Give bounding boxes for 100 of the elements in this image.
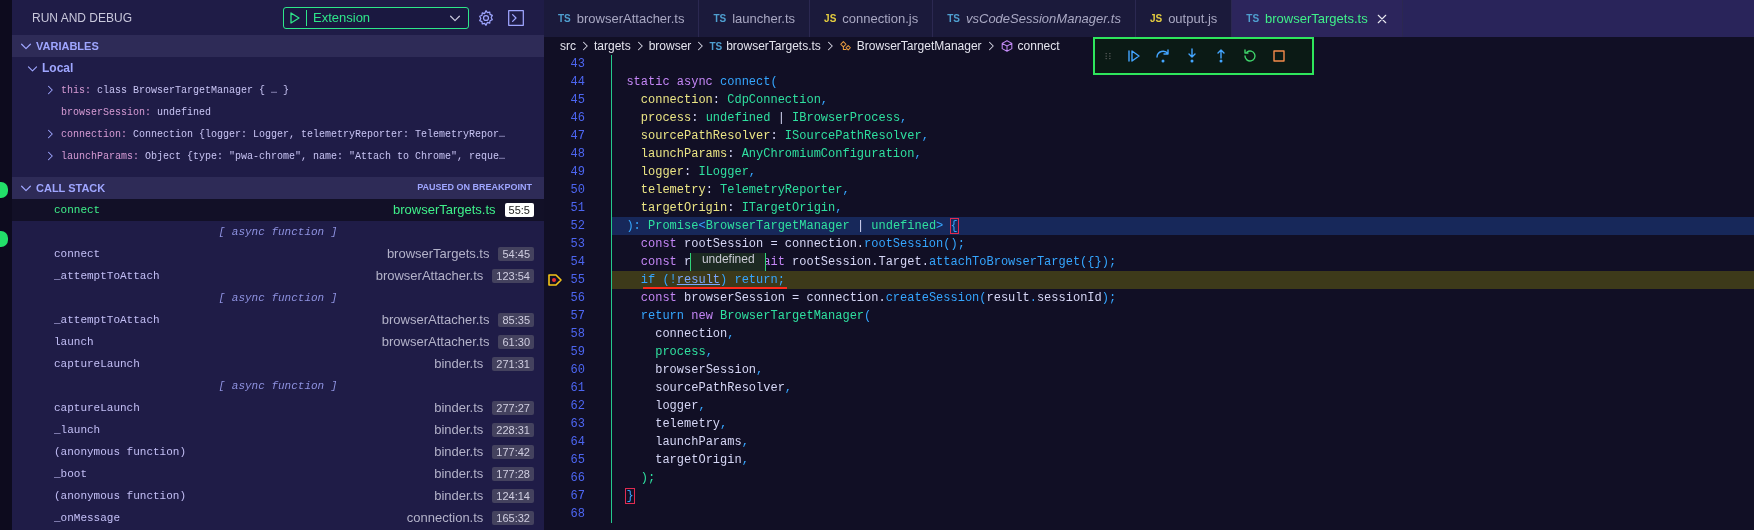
variable-row[interactable]: launchParams: Object {type: "pwa-chrome", name: "Attach to Chrome", reque… <box>12 145 544 167</box>
continue-icon[interactable] <box>1126 48 1142 64</box>
call-stack-frame[interactable]: launch browserAttacher.ts 61:30 <box>12 331 544 353</box>
code-line: sourcePathResolver: ISourcePathResolver, <box>611 127 1754 145</box>
call-stack-frame[interactable]: connect browserTargets.ts 54:45 <box>12 243 544 265</box>
line-number: 59 <box>570 344 585 361</box>
line-number: 67 <box>570 488 585 505</box>
call-stack-frame[interactable]: _boot binder.ts 177:28 <box>12 463 544 485</box>
async-separator: [ async function ] <box>218 378 338 394</box>
stop-icon[interactable] <box>1271 48 1287 64</box>
line-number: 50 <box>570 182 585 199</box>
breadcrumb-item[interactable]: src <box>560 37 576 55</box>
line-number: 57 <box>570 308 585 325</box>
call-stack-frame[interactable]: _attemptToAttach browserAttacher.ts 123:54 <box>12 265 544 287</box>
call-stack-frame[interactable]: (anonymous function) binder.ts 177:42 <box>12 441 544 463</box>
line-number: 45 <box>570 92 585 109</box>
breadcrumb-item[interactable]: connect <box>999 37 1060 55</box>
settings-icon[interactable] <box>477 8 495 27</box>
async-separator: [ async function ] <box>218 290 338 306</box>
position-badge: 85:35 <box>498 313 534 327</box>
editor-tab[interactable]: TS launcher.ts <box>699 0 811 37</box>
position-badge: 123:54 <box>492 269 534 283</box>
launch-config-dropdown[interactable]: Extension <box>283 6 469 29</box>
editor-tab[interactable]: JS connection.js <box>810 0 934 37</box>
section-header[interactable]: VARIABLES <box>12 35 544 57</box>
call-stack-frame[interactable]: (anonymous function) binder.ts 124:14 <box>12 485 544 507</box>
code-line: connection: CdpConnection, <box>611 91 1754 109</box>
line-number: 47 <box>570 128 585 145</box>
line-number: 43 <box>570 56 585 73</box>
line-number: 65 <box>570 452 585 469</box>
code-line: process: undefined | IBrowserProcess, <box>611 109 1754 127</box>
scope-label: Local <box>42 60 74 77</box>
line-number: 51 <box>570 200 585 217</box>
code-line: connection, <box>611 325 1754 343</box>
position-badge: 165:32 <box>492 511 534 525</box>
line-number: 60 <box>570 362 585 379</box>
breadcrumb-item[interactable]: TS browserTargets.ts <box>709 37 821 55</box>
code-line: telemetry: TelemetryReporter, <box>611 181 1754 199</box>
line-number: 46 <box>570 110 585 127</box>
editor-tab[interactable]: TS vsCodeSessionManager.ts <box>933 0 1136 37</box>
call-stack-frame[interactable]: _launch binder.ts 228:31 <box>12 419 544 441</box>
breadcrumb-item[interactable]: targets <box>594 37 631 55</box>
line-number: 58 <box>570 326 585 343</box>
editor-tab[interactable]: JS output.js <box>1135 0 1233 37</box>
line-number: 54 <box>570 254 585 271</box>
config-label: Extension <box>313 8 372 27</box>
hover-tooltip: undefined <box>690 253 767 271</box>
code-line: logger, <box>611 397 1754 415</box>
scope-row[interactable]: Local <box>12 57 544 79</box>
breadcrumb-item[interactable]: browser <box>648 37 692 55</box>
variable-row[interactable]: this: class BrowserTargetManager { … } <box>12 79 544 101</box>
code-line: browserSession, <box>611 361 1754 379</box>
breadcrumb-item[interactable]: BrowserTargetManager <box>838 37 982 55</box>
code-line: launchParams: AnyChromiumConfiguration, <box>611 145 1754 163</box>
section-header[interactable]: CALL STACK PAUSED ON BREAKPOINT <box>12 177 544 199</box>
code-line: targetOrigin, <box>611 451 1754 469</box>
editor-tab[interactable]: TS browserAttacher.ts <box>544 0 700 37</box>
panel-title: RUN AND DEBUG <box>32 9 133 27</box>
line-number: 48 <box>570 146 585 163</box>
position-badge: 271:31 <box>492 357 534 371</box>
position-badge: 55:5 <box>504 203 534 217</box>
position-badge: 61:30 <box>498 335 534 349</box>
line-number: 68 <box>570 506 585 523</box>
line-number: 55 <box>570 272 585 289</box>
line-number: 61 <box>570 380 585 397</box>
code-line: logger: ILogger, <box>611 163 1754 181</box>
call-stack-frame[interactable]: _attemptToAttach browserAttacher.ts 85:35 <box>12 309 544 331</box>
language-label: TS <box>558 12 571 26</box>
line-number: 62 <box>570 398 585 415</box>
close-icon <box>1375 12 1388 25</box>
position-badge: 54:45 <box>498 247 534 261</box>
code-line: sourcePathResolver, <box>611 379 1754 397</box>
code-line: const browserSession = connection.createSession(result.sessionId); <box>611 289 1754 307</box>
code-line: } <box>611 487 1754 505</box>
position-badge: 277:27 <box>492 401 534 415</box>
variable-row[interactable]: connection: Connection {logger: Logger, telemetryReporter: TelemetryRepor… <box>12 123 544 145</box>
step-over-icon[interactable] <box>1155 48 1171 64</box>
line-number: 56 <box>570 290 585 307</box>
line-number: 64 <box>570 434 585 451</box>
line-number: 49 <box>570 164 585 181</box>
line-number: 44 <box>570 74 585 91</box>
line-number: 52 <box>570 218 585 235</box>
language-label: TS <box>1246 12 1260 26</box>
line-number: 63 <box>570 416 585 433</box>
code-line: process, <box>611 343 1754 361</box>
call-stack-frame[interactable]: captureLaunch binder.ts 277:27 <box>12 397 544 419</box>
restart-icon[interactable] <box>1242 48 1258 64</box>
call-stack-frame[interactable]: _onMessage connection.ts 165:32 <box>12 507 544 529</box>
position-badge: 124:14 <box>492 489 534 503</box>
line-number: 66 <box>570 470 585 487</box>
call-stack-frame[interactable]: captureLaunch binder.ts 271:31 <box>12 353 544 375</box>
language-label: TS <box>947 12 960 26</box>
position-badge: 228:31 <box>492 423 534 437</box>
line-number: 53 <box>570 236 585 253</box>
class-icon <box>838 39 853 53</box>
terminal-icon[interactable] <box>507 8 525 27</box>
variable-row[interactable]: browserSession: undefined <box>12 101 544 123</box>
position-badge: 177:28 <box>492 467 534 481</box>
code-line: return new BrowserTargetManager( <box>611 307 1754 325</box>
call-stack-frame[interactable]: connect browserTargets.ts 55:5 <box>12 199 544 221</box>
